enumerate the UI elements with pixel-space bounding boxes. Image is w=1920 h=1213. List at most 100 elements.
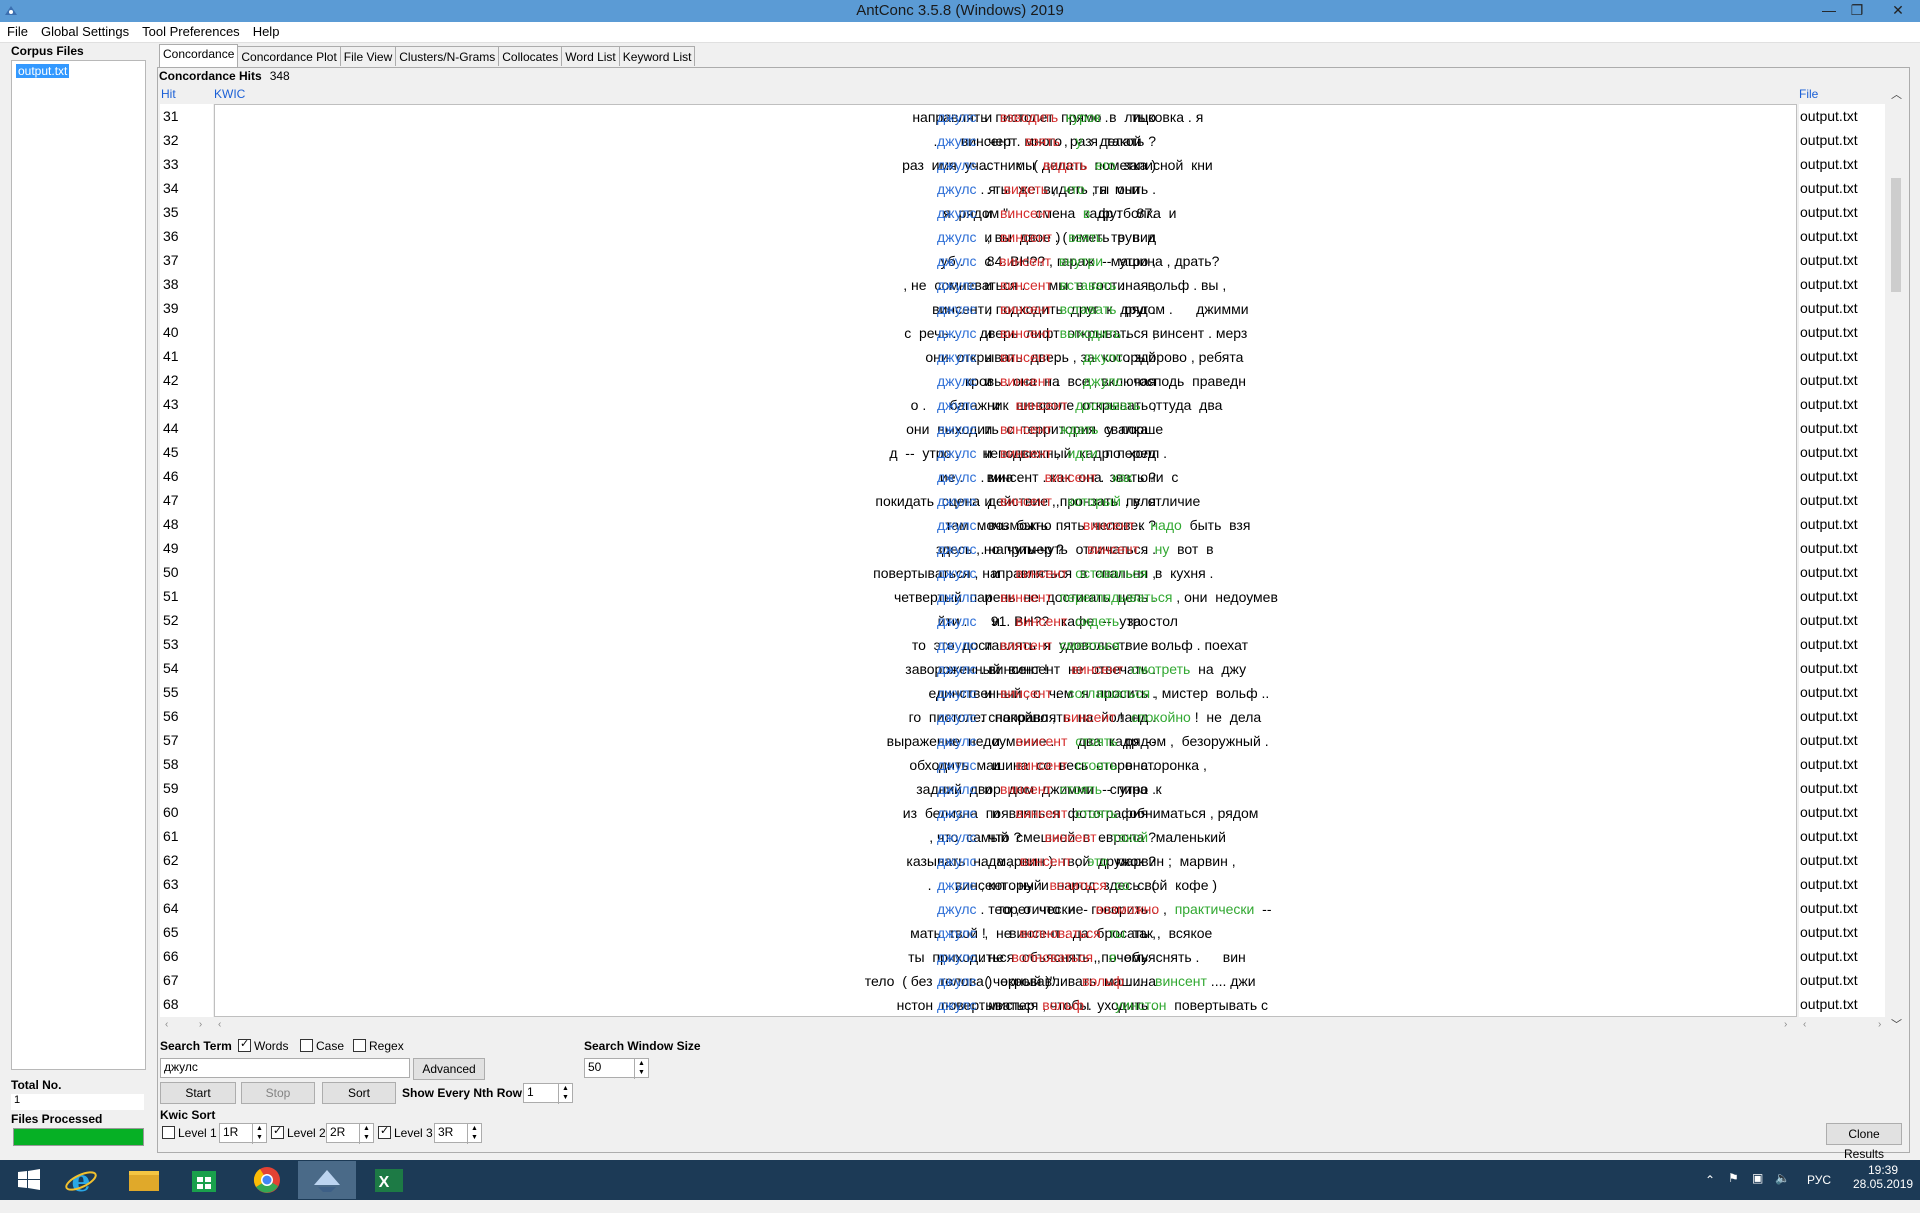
concordance-line[interactable]: ие . винсент . как она звать ? джулс . ми…: [215, 465, 1796, 489]
file-explorer-icon[interactable]: [115, 1161, 173, 1199]
keyword-hit[interactable]: джулс: [937, 589, 977, 605]
file-name[interactable]: output.txt: [1800, 872, 1858, 896]
keyword-hit[interactable]: джулс: [937, 349, 977, 365]
tray-show-hidden-icon[interactable]: ⌃: [1705, 1173, 1715, 1213]
level1-select[interactable]: 1R ▲ ▼: [219, 1123, 267, 1144]
nth-row-spinner-icon[interactable]: ▲ ▼: [558, 1084, 572, 1104]
menu-help[interactable]: Help: [246, 22, 286, 39]
keyword-hit[interactable]: джулс: [937, 973, 977, 989]
concordance-line[interactable]: повертываться , направляться в спальня ,…: [215, 561, 1796, 585]
file-name[interactable]: output.txt: [1800, 104, 1858, 128]
file-name[interactable]: output.txt: [1800, 800, 1858, 824]
keyword-hit[interactable]: джулс: [937, 157, 977, 173]
file-name[interactable]: output.txt: [1800, 224, 1858, 248]
concordance-line[interactable]: уб . 84. ВН?? , гараж -- утро , джулс с в…: [215, 249, 1796, 273]
file-name[interactable]: output.txt: [1800, 176, 1858, 200]
action-center-flag-icon[interactable]: ⚑: [1728, 1171, 1739, 1211]
concordance-line[interactable]: раз имя участник . ( делать пометка ) джу…: [215, 153, 1796, 177]
sort-level-2[interactable]: Level 2: [271, 1124, 326, 1140]
concordance-line[interactable]: казывать на марвин ). твой дружок ? джулс…: [215, 849, 1796, 873]
concordance-line[interactable]: тело ( без голова ) окровавливать машина…: [215, 969, 1796, 993]
keyword-hit[interactable]: джулс: [937, 709, 977, 725]
sort-level-1[interactable]: Level 1: [162, 1126, 217, 1140]
menu-global-settings[interactable]: Global Settings: [34, 22, 135, 39]
keyword-hit[interactable]: джулс: [937, 421, 977, 437]
level3-spinner-icon[interactable]: ▲ ▼: [467, 1124, 481, 1144]
close-icon[interactable]: ✕: [1878, 0, 1918, 22]
regex-option[interactable]: Regex: [353, 1039, 404, 1053]
keyword-hit[interactable]: джулс: [937, 757, 977, 773]
concordance-line[interactable]: выражение недоумение . два кадр -- джулс …: [215, 729, 1796, 753]
concordance-line[interactable]: с речь . дверь лифт открываться , джулс и…: [215, 321, 1796, 345]
file-name[interactable]: output.txt: [1800, 200, 1858, 224]
file-name[interactable]: output.txt: [1800, 152, 1858, 176]
concordance-line[interactable]: кровь . она на все , включая джулс и винс…: [215, 369, 1796, 393]
case-checkbox[interactable]: [300, 1039, 313, 1052]
file-name[interactable]: output.txt: [1800, 632, 1858, 656]
file-name[interactable]: output.txt: [1800, 848, 1858, 872]
keyword-hit[interactable]: джулс: [937, 493, 977, 509]
kwic-column-header[interactable]: KWIC: [214, 87, 245, 101]
results-scrollbar[interactable]: ︿ ﹀: [1888, 86, 1904, 1032]
corpus-file-list[interactable]: output.txt: [11, 60, 146, 1070]
keyword-hit[interactable]: джулс: [937, 277, 977, 293]
keyword-hit[interactable]: джулс: [937, 301, 977, 317]
concordance-line[interactable]: здесь , но чуть-чуть отличаться . джулс .…: [215, 537, 1796, 561]
concordance-line[interactable]: обходить машина со весь сторона . джулс и…: [215, 753, 1796, 777]
concordance-line[interactable]: я рядом ". смена кадр : 87. джулс и винсе…: [215, 201, 1796, 225]
file-name[interactable]: output.txt: [1800, 296, 1858, 320]
concordance-line[interactable]: нстон повертываться , чтобы уходить . джу…: [215, 993, 1796, 1016]
file-name[interactable]: output.txt: [1800, 512, 1858, 536]
file-name[interactable]: output.txt: [1800, 536, 1858, 560]
keyword-hit[interactable]: джулс: [937, 325, 977, 341]
keyword-hit[interactable]: джулс: [937, 925, 977, 941]
keyword-hit[interactable]: джулс: [937, 997, 977, 1013]
scroll-up-icon[interactable]: ︿: [1891, 86, 1902, 102]
concordance-line[interactable]: они открывать дверь , за который джулс и …: [215, 345, 1796, 369]
concordance-line[interactable]: , вы двое . ( иметь в вид джулс и винсент…: [215, 225, 1796, 249]
file-hscroll-icon[interactable]: ‹: [1803, 1019, 1806, 1031]
keyword-hit[interactable]: джулс: [937, 733, 977, 749]
file-name[interactable]: output.txt: [1800, 752, 1858, 776]
file-name[interactable]: output.txt: [1800, 464, 1858, 488]
search-window-input[interactable]: 50 ▲ ▼: [584, 1058, 649, 1079]
file-name[interactable]: output.txt: [1800, 368, 1858, 392]
concordance-line[interactable]: , что самый смешной в европа ? джулс . чт…: [215, 825, 1796, 849]
case-option[interactable]: Case: [300, 1039, 344, 1053]
concordance-line[interactable]: ты приходиться объяснять , почему . джулс…: [215, 945, 1796, 969]
level3-select[interactable]: 3R ▲ ▼: [434, 1123, 482, 1144]
keyword-hit[interactable]: джулс: [937, 541, 977, 557]
scrollbar-thumb[interactable]: [1891, 178, 1901, 292]
concordance-line[interactable]: . ты же видеть , я мыть . джулс . я видет…: [215, 177, 1796, 201]
keyword-hit[interactable]: джулс: [937, 229, 977, 245]
keyword-hit[interactable]: джулс: [937, 397, 977, 413]
keyword-hit[interactable]: джулс: [937, 181, 977, 197]
file-name[interactable]: output.txt: [1800, 992, 1858, 1016]
sort-button[interactable]: Sort: [322, 1082, 396, 1104]
menu-tool-preferences[interactable]: Tool Preferences: [135, 22, 246, 39]
file-name[interactable]: output.txt: [1800, 560, 1858, 584]
concordance-line[interactable]: задний двор дом джимми -- утро . джулс и …: [215, 777, 1796, 801]
tab-collocates[interactable]: Collocates: [498, 46, 563, 66]
file-name[interactable]: output.txt: [1800, 608, 1858, 632]
file-name[interactable]: output.txt: [1800, 248, 1858, 272]
hit-column-header[interactable]: Hit: [161, 87, 176, 101]
tab-word-list[interactable]: Word List: [561, 46, 620, 66]
advanced-button[interactable]: Advanced: [413, 1058, 485, 1080]
file-name[interactable]: output.txt: [1800, 416, 1858, 440]
file-name[interactable]: output.txt: [1800, 776, 1858, 800]
keyword-hit[interactable]: джулс: [937, 109, 977, 125]
concordance-line[interactable]: четвертый парень не достигать цель . джул…: [215, 585, 1796, 609]
network-icon[interactable]: ▣: [1752, 1171, 1763, 1211]
concordance-line[interactable]: направлять пистолет прямо в лицо джулс и …: [215, 105, 1796, 129]
start-button[interactable]: Start: [160, 1082, 236, 1104]
file-name[interactable]: output.txt: [1800, 824, 1858, 848]
concordance-line[interactable]: . винсент . много раз делать ? джулс . че…: [215, 129, 1796, 153]
file-name[interactable]: output.txt: [1800, 344, 1858, 368]
windows-start-icon[interactable]: [0, 1161, 58, 1199]
keyword-hit[interactable]: джулс: [937, 901, 977, 917]
keyword-hit[interactable]: джулс: [937, 685, 977, 701]
keyword-hit[interactable]: джулс: [937, 661, 977, 677]
keyword-hit[interactable]: джулс: [937, 805, 977, 821]
keyword-hit[interactable]: джулс: [937, 469, 977, 485]
